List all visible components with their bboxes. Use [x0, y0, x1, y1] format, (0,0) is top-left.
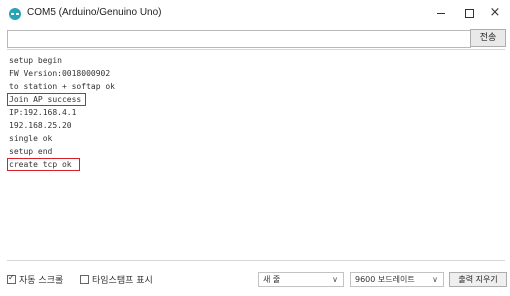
clear-output-button[interactable]: 출력 지우기 [449, 272, 507, 287]
close-button[interactable]: × [484, 4, 506, 22]
minimize-icon [437, 13, 445, 14]
bottom-toolbar: 자동 스크롤 타임스탬프 표시 새 줄 ∨ 9600 보드레이트 ∨ 출력 지우… [0, 262, 510, 296]
serial-monitor-window: COM5 (Arduino/Genuino Uno) × 전송 setup be… [0, 0, 510, 296]
output-line: setup end [9, 147, 53, 156]
output-line: IP:192.168.4.1 [9, 108, 77, 117]
output-line: 192.168.25.20 [9, 121, 72, 130]
autoscroll-checkbox[interactable] [7, 273, 16, 284]
window-title: COM5 (Arduino/Genuino Uno) [27, 7, 162, 18]
chevron-down-icon: ∨ [432, 275, 438, 284]
chevron-down-icon: ∨ [332, 275, 338, 284]
send-input[interactable] [7, 30, 471, 48]
highlight-box-join-ap [7, 93, 86, 106]
timestamp-checkbox[interactable] [80, 275, 89, 284]
title-bar: COM5 (Arduino/Genuino Uno) × [0, 0, 510, 28]
serial-output[interactable]: setup begin FW Version:0018000902 to sta… [7, 49, 505, 261]
arduino-icon [9, 8, 21, 20]
line-ending-select[interactable]: 새 줄 ∨ [258, 272, 344, 287]
line-ending-value: 새 줄 [263, 275, 281, 284]
minimize-button[interactable] [430, 4, 452, 22]
autoscroll-label: 자동 스크롤 [19, 276, 64, 286]
output-line: FW Version:0018000902 [9, 69, 111, 78]
maximize-icon [465, 9, 474, 18]
output-line: setup begin [9, 56, 62, 65]
maximize-button[interactable] [458, 4, 480, 22]
output-line: single ok [9, 134, 53, 143]
highlight-box-create-tcp [7, 158, 80, 171]
timestamp-label: 타임스탬프 표시 [92, 276, 153, 286]
baud-rate-value: 9600 보드레이트 [355, 275, 415, 284]
baud-rate-select[interactable]: 9600 보드레이트 ∨ [350, 272, 444, 287]
send-button[interactable]: 전송 [470, 29, 506, 47]
output-line: to station + softap ok [9, 82, 115, 91]
